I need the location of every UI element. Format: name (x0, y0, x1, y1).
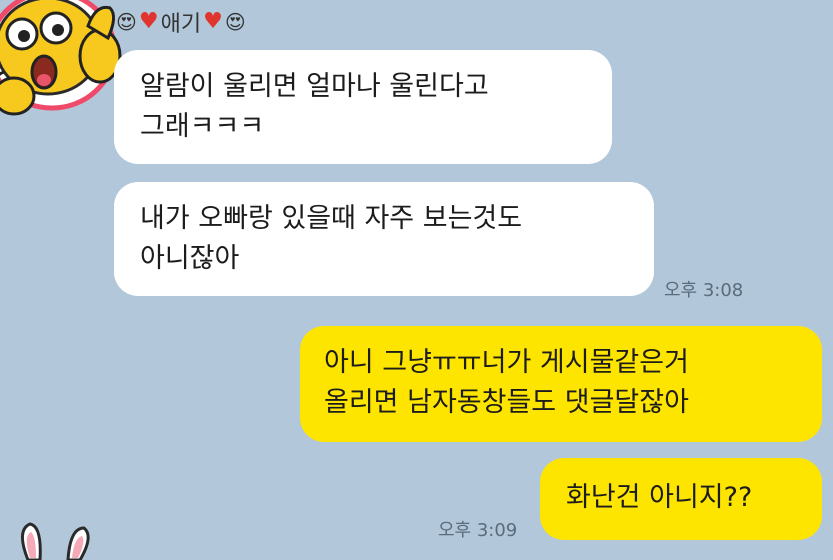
message-timestamp: 오후 3:08 (664, 280, 744, 301)
message-line: 화난건 아니지?? (566, 482, 753, 513)
message-line: 그래ㅋㅋㅋ (140, 111, 265, 142)
message-line: 내가 오빠랑 있을때 자주 보는것도 (140, 203, 523, 234)
message-line: 아니잖아 (140, 243, 240, 274)
emoticon-character-icon (0, 0, 122, 116)
outgoing-message-bubble[interactable]: 아니 그냥ㅠㅠ너가 게시물같은거 올리면 남자동창들도 댓글달잖아 (300, 326, 822, 442)
heart-icon: ♥ (203, 9, 223, 34)
heart-eyes-emoji-icon: 😍 (224, 10, 246, 34)
message-line: 알람이 울리면 얼마나 울린다고 (140, 71, 489, 102)
heart-icon: ♥ (138, 9, 159, 34)
next-avatar[interactable] (8, 510, 98, 560)
sender-name: 애기 (160, 12, 202, 37)
message-line: 아니 그냥ㅠㅠ너가 게시물같은거 (324, 347, 689, 378)
message-timestamp: 오후 3:09 (438, 520, 518, 541)
bunny-ears-icon (21, 522, 90, 560)
heart-eyes-emoji-icon: 😍 (116, 10, 137, 34)
sender-avatar[interactable] (0, 0, 124, 126)
incoming-message-bubble[interactable]: 내가 오빠랑 있을때 자주 보는것도 아니잖아 (114, 182, 654, 296)
incoming-message-bubble[interactable]: 알람이 울리면 얼마나 울린다고 그래ㅋㅋㅋ (114, 50, 612, 164)
sender-name-row: 😍 ♥ 애기 ♥ 😍 (116, 4, 246, 40)
outgoing-message-bubble[interactable]: 화난건 아니지?? (540, 458, 822, 540)
message-line: 올리면 남자동창들도 댓글달잖아 (324, 387, 689, 418)
